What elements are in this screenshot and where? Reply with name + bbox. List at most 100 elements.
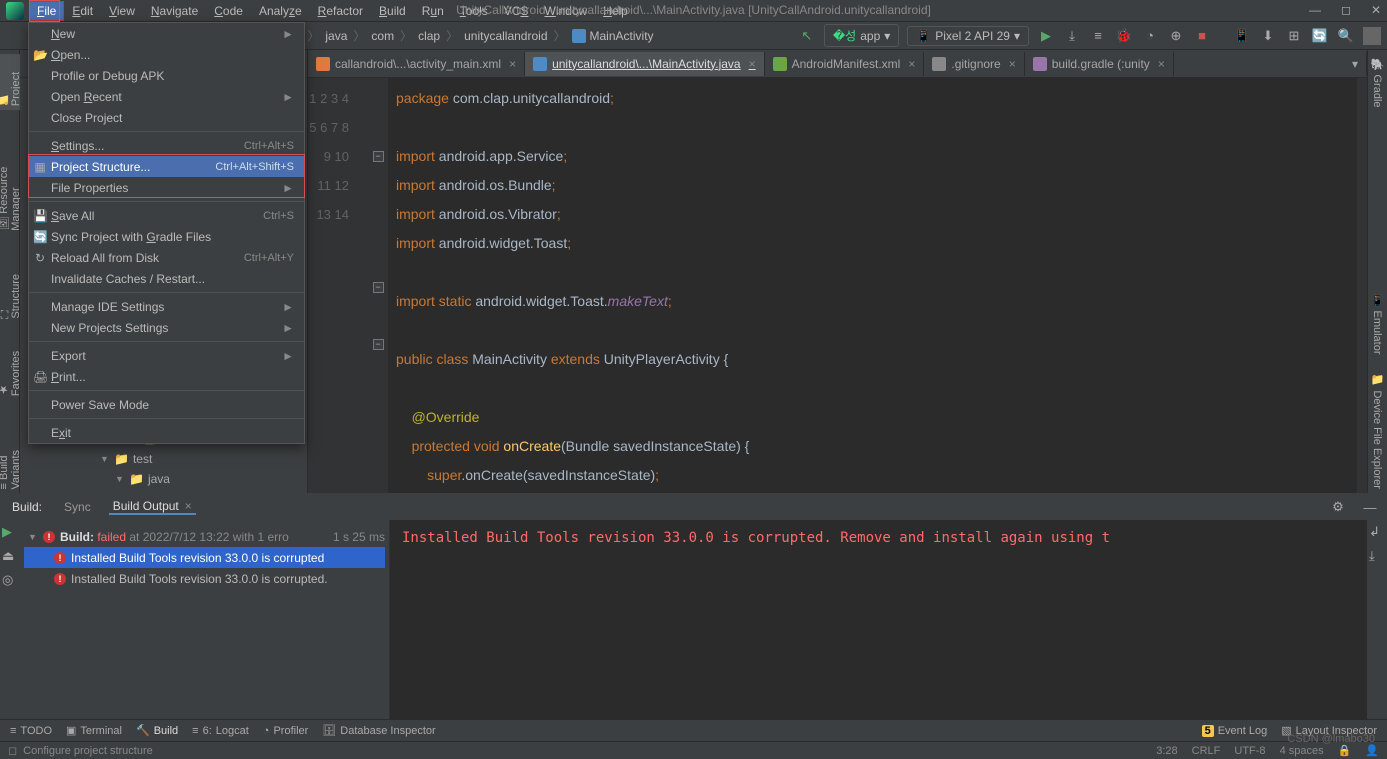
editor-tab[interactable]: build.gradle (:unity× — [1025, 52, 1174, 76]
menu-item-new-projects-settings[interactable]: New Projects Settings► — [29, 317, 304, 338]
file-type-icon — [316, 57, 330, 71]
menu-item-print-[interactable]: 🖨Print... — [29, 366, 304, 387]
debug-icon[interactable]: 🐞 — [1115, 27, 1133, 45]
sdk-icon[interactable]: ⬇ — [1259, 27, 1277, 45]
menu-item-manage-ide-settings[interactable]: Manage IDE Settings► — [29, 296, 304, 317]
rerun-icon[interactable]: ▶ — [2, 524, 18, 540]
gear-icon[interactable]: ⚙ — [1329, 498, 1347, 516]
build-error-row[interactable]: !Installed Build Tools revision 33.0.0 i… — [24, 547, 385, 568]
close-tab-icon[interactable]: × — [1158, 57, 1165, 71]
close-tab-icon[interactable]: × — [509, 57, 516, 71]
menu-item-file-properties[interactable]: File Properties► — [29, 177, 304, 198]
menu-navigate[interactable]: Navigate — [144, 2, 205, 20]
menu-item-open-[interactable]: 📂Open... — [29, 44, 304, 65]
apply-changes-icon[interactable]: ⤓ — [1063, 27, 1081, 45]
bb-logcat[interactable]: ≡ 6: Logcat — [192, 725, 249, 737]
soft-wrap-icon[interactable]: ↲ — [1369, 524, 1385, 540]
build-root-node[interactable]: ▼! Build: failed at 2022/7/12 13:22 with… — [24, 526, 385, 547]
menu-item-close-project[interactable]: Close Project — [29, 107, 304, 128]
build-tab-output[interactable]: Build Output× — [109, 499, 196, 515]
close-tab-icon[interactable]: × — [749, 57, 756, 71]
stop-icon[interactable]: ◎ — [2, 572, 18, 588]
status-line-sep[interactable]: CRLF — [1192, 745, 1221, 757]
minimize-icon[interactable]: — — [1309, 3, 1321, 17]
status-readonly-icon[interactable]: 🔒 — [1338, 744, 1352, 757]
menu-item-save-all[interactable]: 💾Save AllCtrl+S — [29, 205, 304, 226]
fold-box-icon[interactable]: − — [373, 339, 384, 350]
menu-refactor[interactable]: Refactor — [311, 2, 370, 20]
menu-item-settings-[interactable]: Settings...Ctrl+Alt+S — [29, 135, 304, 156]
editor-tab[interactable]: .gitignore× — [924, 52, 1024, 76]
close-icon[interactable]: ✕ — [1371, 3, 1381, 17]
tab-gradle[interactable]: 🐘 Gradle — [1369, 54, 1386, 112]
code-content[interactable]: package com.clap.unitycallandroid; impor… — [388, 78, 1357, 493]
menu-item-invalidate-caches-restart-[interactable]: Invalidate Caches / Restart... — [29, 268, 304, 289]
bb-profiler[interactable]: ◔ Profiler — [263, 725, 309, 737]
menu-item-power-save-mode[interactable]: Power Save Mode — [29, 394, 304, 415]
build-output-text[interactable]: Installed Build Tools revision 33.0.0 is… — [390, 520, 1367, 719]
apply-code-icon[interactable]: ≡ — [1089, 27, 1107, 45]
menu-code[interactable]: Code — [207, 2, 250, 20]
run-icon[interactable]: ▶ — [1037, 27, 1055, 45]
menu-edit[interactable]: Edit — [65, 2, 100, 20]
stop-icon[interactable]: ■ — [1193, 27, 1211, 45]
status-indent[interactable]: 4 spaces — [1280, 745, 1324, 757]
status-inspect-icon[interactable]: 👤 — [1365, 744, 1379, 757]
fold-box-icon[interactable]: − — [373, 282, 384, 293]
user-icon[interactable] — [1363, 27, 1381, 45]
avd-icon[interactable]: 📱 — [1233, 27, 1251, 45]
minimize-panel-icon[interactable]: — — [1361, 498, 1379, 516]
menu-item-reload-all-from-disk[interactable]: ↻Reload All from DiskCtrl+Alt+Y — [29, 247, 304, 268]
menu-item-export[interactable]: Export► — [29, 345, 304, 366]
menu-item-new[interactable]: New► — [29, 23, 304, 44]
close-tab-icon[interactable]: × — [908, 57, 915, 71]
editor-tab[interactable]: callandroid\...\activity_main.xml× — [308, 52, 525, 76]
bb-build[interactable]: 🔨 Build — [136, 724, 178, 737]
scroll-icon[interactable]: ⤓ — [1369, 548, 1385, 564]
status-caret-pos[interactable]: 3:28 — [1156, 745, 1177, 757]
menu-item-profile-or-debug-apk[interactable]: Profile or Debug APK — [29, 65, 304, 86]
tabs-dropdown-icon[interactable]: ▾ — [1344, 52, 1367, 76]
crumb-java[interactable]: java — [325, 29, 347, 43]
device-selector[interactable]: 📱Pixel 2 API 29▾ — [907, 26, 1029, 46]
crumb-package[interactable]: unitycallandroid — [464, 29, 547, 43]
bb-todo[interactable]: ≡ TODO — [10, 725, 52, 737]
run-config-selector[interactable]: �성app▾ — [824, 24, 899, 47]
fold-box-icon[interactable]: − — [373, 151, 384, 162]
tree-java[interactable]: ▼📁java — [20, 469, 307, 489]
tab-device-explorer[interactable]: 📁 Device File Explorer — [1369, 370, 1386, 493]
build-tab-sync[interactable]: Sync — [60, 500, 95, 514]
menu-item-project-structure-[interactable]: ▦Project Structure...Ctrl+Alt+Shift+S — [29, 156, 304, 177]
menu-item-sync-project-with-gradle-files[interactable]: 🔄Sync Project with Gradle Files — [29, 226, 304, 247]
close-tab-icon[interactable]: × — [1009, 57, 1016, 71]
crumb-com[interactable]: com — [371, 29, 394, 43]
menu-build[interactable]: Build — [372, 2, 413, 20]
menu-run[interactable]: Run — [415, 2, 451, 20]
maximize-icon[interactable]: ◻ — [1341, 3, 1351, 17]
crumb-clap[interactable]: clap — [418, 29, 440, 43]
code-editor[interactable]: 1 2 3 4 5 6 7 8 9 10 11 12 13 14 − − − p… — [308, 78, 1367, 493]
tab-emulator[interactable]: 📱 Emulator — [1369, 290, 1386, 359]
menu-analyze[interactable]: Analyze — [252, 2, 309, 20]
sync-icon[interactable]: 🔄 — [1311, 27, 1329, 45]
profile-icon[interactable]: ◔ — [1141, 27, 1159, 45]
menu-item-exit[interactable]: Exit — [29, 422, 304, 443]
menu-item-open-recent[interactable]: Open Recent► — [29, 86, 304, 107]
search-icon[interactable]: 🔍 — [1337, 27, 1355, 45]
editor-tab[interactable]: AndroidManifest.xml× — [765, 52, 925, 76]
filter-icon[interactable]: ⏏ — [2, 548, 18, 564]
menu-file[interactable]: File — [30, 2, 63, 20]
bb-event-log[interactable]: 5 Event Log — [1202, 725, 1268, 737]
hammer-icon[interactable]: ↖ — [798, 27, 816, 45]
editor-tab[interactable]: unitycallandroid\...\MainActivity.java× — [525, 52, 765, 76]
build-error-row[interactable]: !Installed Build Tools revision 33.0.0 i… — [24, 568, 385, 589]
crumb-class[interactable]: MainActivity — [590, 29, 654, 43]
attach-icon[interactable]: ⊕ — [1167, 27, 1185, 45]
status-encoding[interactable]: UTF-8 — [1234, 745, 1265, 757]
menu-view[interactable]: View — [102, 2, 142, 20]
tree-test[interactable]: ▼📁test — [20, 449, 307, 469]
bb-database[interactable]: 🗄 Database Inspector — [322, 724, 435, 737]
error-stripe[interactable] — [1357, 78, 1367, 493]
bb-terminal[interactable]: ▣ Terminal — [66, 724, 122, 737]
resource-icon[interactable]: ⊞ — [1285, 27, 1303, 45]
